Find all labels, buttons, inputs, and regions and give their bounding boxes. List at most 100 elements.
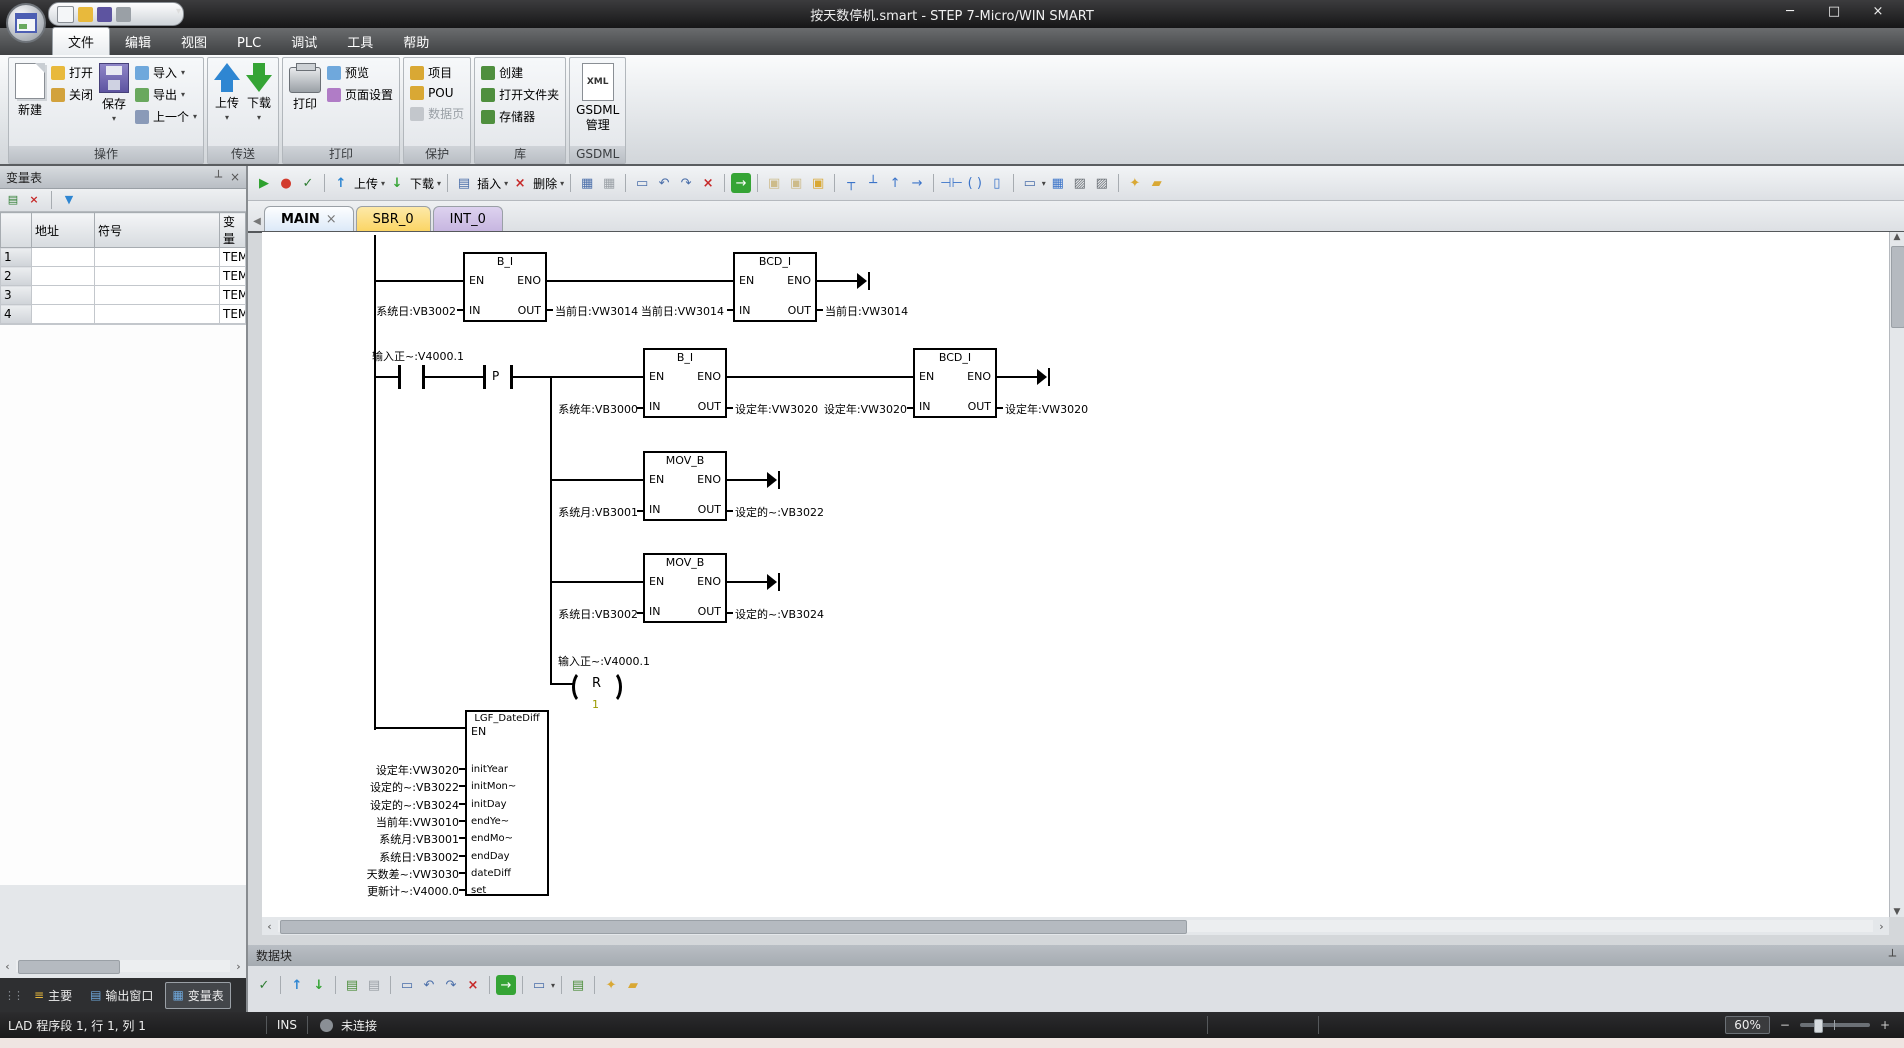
maximize-button[interactable]: □	[1812, 0, 1856, 24]
operand-label[interactable]: 系统年:VB3000	[488, 401, 638, 417]
ladder-canvas[interactable]: 系统日:VB3002 B_I EN ENO IN OUT 当前日:VW3014 …	[262, 232, 1889, 917]
operand-label[interactable]: 更新计~:V4000.0	[299, 883, 459, 899]
line-up-icon[interactable]: ↑	[885, 173, 905, 193]
zoom-level[interactable]: 60%	[1725, 1016, 1770, 1034]
insert-contact-icon[interactable]: ⊣⊢	[940, 173, 963, 193]
tab-view[interactable]: 视图	[166, 28, 222, 55]
col-address[interactable]: 地址	[32, 213, 95, 248]
insert-network-icon[interactable]: ▤	[454, 173, 474, 193]
upload-label[interactable]: 上传	[354, 175, 378, 192]
import-button[interactable]: 导入▾	[135, 64, 197, 81]
ladder-box-b-i[interactable]: B_I EN ENO IN OUT	[463, 252, 547, 322]
operand-label[interactable]: 系统月:VB3001	[488, 504, 638, 520]
ladder-box-bcd-i[interactable]: BCD_I EN ENO IN OUT	[733, 252, 817, 322]
address-tag-icon[interactable]: ▭	[529, 975, 549, 995]
close-button[interactable]: 关闭	[51, 86, 93, 103]
edge-contact-p[interactable]: P	[492, 369, 499, 383]
ladder-box-mov-b[interactable]: MOV_B EN ENO IN OUT	[643, 553, 727, 623]
edit-network-icon[interactable]: ▨	[1092, 173, 1112, 193]
tab-plc[interactable]: PLC	[222, 32, 276, 55]
contact-bar[interactable]	[483, 365, 486, 389]
line-right-icon[interactable]: →	[907, 173, 927, 193]
operand-label[interactable]: 输入正~:V4000.1	[372, 348, 464, 364]
upload-dropdown-icon[interactable]: ▾	[225, 113, 229, 122]
scroll-thumb[interactable]	[280, 920, 1187, 934]
undo-icon[interactable]: ↶	[419, 975, 439, 995]
open-button[interactable]: 打开	[51, 64, 93, 81]
scroll-down-icon[interactable]: ▼	[1890, 907, 1904, 917]
operand-label[interactable]: 设定年:VW3020	[759, 401, 907, 417]
tab-tools[interactable]: 工具	[332, 28, 388, 55]
horizontal-scrollbar[interactable]: ‹ ›	[262, 917, 1889, 935]
address-tag-dropdown-icon[interactable]: ▾	[1042, 179, 1046, 188]
branch-down-icon[interactable]: ┬	[841, 173, 861, 193]
bottom-tab-output[interactable]: ▤输出窗口	[84, 983, 159, 1008]
zoom-out-icon[interactable]: −	[1780, 1018, 1790, 1032]
col-vartype[interactable]: 变量	[220, 213, 246, 248]
operand-label[interactable]: 当前日:VW3014	[579, 303, 724, 319]
zoom-slider[interactable]	[1800, 1023, 1870, 1027]
protect-pou-button[interactable]: POU	[410, 86, 464, 100]
operand-label[interactable]: 设定年:VW3020	[1005, 401, 1088, 417]
operand-label[interactable]: 系统月:VB3001	[299, 831, 459, 847]
contact-bar[interactable]	[422, 365, 425, 389]
table-row[interactable]: 4TEM	[1, 305, 246, 324]
upload-icon[interactable]: ↑	[287, 975, 307, 995]
operand-label[interactable]: 设定的~:VB3022	[735, 504, 824, 520]
upload-icon[interactable]: ↑	[331, 173, 351, 193]
operand-label[interactable]: 设定的~:VB3022	[299, 779, 459, 795]
key-icon[interactable]: ✦	[601, 975, 621, 995]
reset-coil[interactable]	[600, 670, 622, 704]
application-menu-button[interactable]	[6, 3, 46, 43]
run-icon[interactable]: ▶	[254, 173, 274, 193]
contact-bar[interactable]	[510, 365, 513, 389]
edit-table-icon[interactable]: ▨	[1070, 173, 1090, 193]
tab-help[interactable]: 帮助	[388, 28, 444, 55]
previous-button[interactable]: 上一个▾	[135, 108, 197, 125]
operand-label[interactable]: 当前年:VW3010	[299, 814, 459, 830]
download-icon[interactable]: ↓	[387, 173, 407, 193]
ladder-box-b-i[interactable]: B_I EN ENO IN OUT	[643, 348, 727, 418]
tab-int0[interactable]: INT_0	[433, 206, 503, 231]
zoom-in-icon[interactable]: +	[1880, 1018, 1890, 1032]
contact-bar[interactable]	[398, 365, 401, 389]
upload-dropdown-icon[interactable]: ▾	[381, 179, 385, 188]
save-dropdown-icon[interactable]: ▾	[112, 114, 116, 123]
insert-page-icon[interactable]: ▤	[342, 975, 362, 995]
gsdml-manage-button[interactable]: XML GSDML 管理	[576, 61, 619, 133]
operand-label[interactable]: 系统日:VB3002	[299, 849, 459, 865]
redo-icon[interactable]: ↷	[441, 975, 461, 995]
compile-icon[interactable]: ✓	[254, 975, 274, 995]
table-row[interactable]: 3TEM	[1, 286, 246, 305]
operand-label[interactable]: 系统日:VB3002	[488, 606, 638, 622]
insert-row-icon[interactable]: ▤	[5, 192, 21, 208]
panel-horizontal-scrollbar[interactable]: ‹ ›	[0, 958, 246, 974]
tab-sbr0[interactable]: SBR_0	[356, 206, 431, 231]
scroll-left-icon[interactable]: ‹	[0, 960, 15, 973]
address-tag-icon[interactable]: ▭	[1020, 173, 1040, 193]
previous-dropdown-icon[interactable]: ▾	[193, 112, 197, 121]
tab-scroll-left-icon[interactable]: ◀	[250, 211, 264, 231]
ladder-box-mov-b[interactable]: MOV_B EN ENO IN OUT	[643, 451, 727, 521]
operand-label[interactable]: 设定的~:VB3024	[735, 606, 824, 622]
operand-label[interactable]: 设定的~:VB3024	[299, 797, 459, 813]
lib-create-button[interactable]: 创建	[481, 64, 559, 81]
properties-icon[interactable]: ▰	[623, 975, 643, 995]
close-button[interactable]: ×	[1856, 0, 1900, 24]
table-row[interactable]: 2TEM	[1, 267, 246, 286]
delete-label[interactable]: 删除	[533, 175, 557, 192]
goto-icon[interactable]: →	[496, 975, 516, 995]
bottom-tab-vartable[interactable]: ▦变量表	[165, 982, 230, 1009]
selection-box-icon[interactable]: ▭	[632, 173, 652, 193]
close-tab-icon[interactable]: ×	[326, 212, 337, 227]
undo-icon[interactable]: ↶	[654, 173, 674, 193]
scroll-right-icon[interactable]: ›	[1874, 920, 1889, 933]
lib-memory-button[interactable]: 存储器	[481, 108, 559, 125]
delete-row-icon[interactable]: ×	[26, 192, 42, 208]
operand-label[interactable]: 当前日:VW3014	[825, 303, 908, 319]
selection-box-icon[interactable]: ▭	[397, 975, 417, 995]
lock-add-icon[interactable]: ▣	[808, 173, 828, 193]
print-button[interactable]: 打印	[289, 61, 321, 112]
page-setup-button[interactable]: 页面设置	[327, 86, 393, 103]
export-table-icon[interactable]: ▼	[61, 192, 77, 208]
